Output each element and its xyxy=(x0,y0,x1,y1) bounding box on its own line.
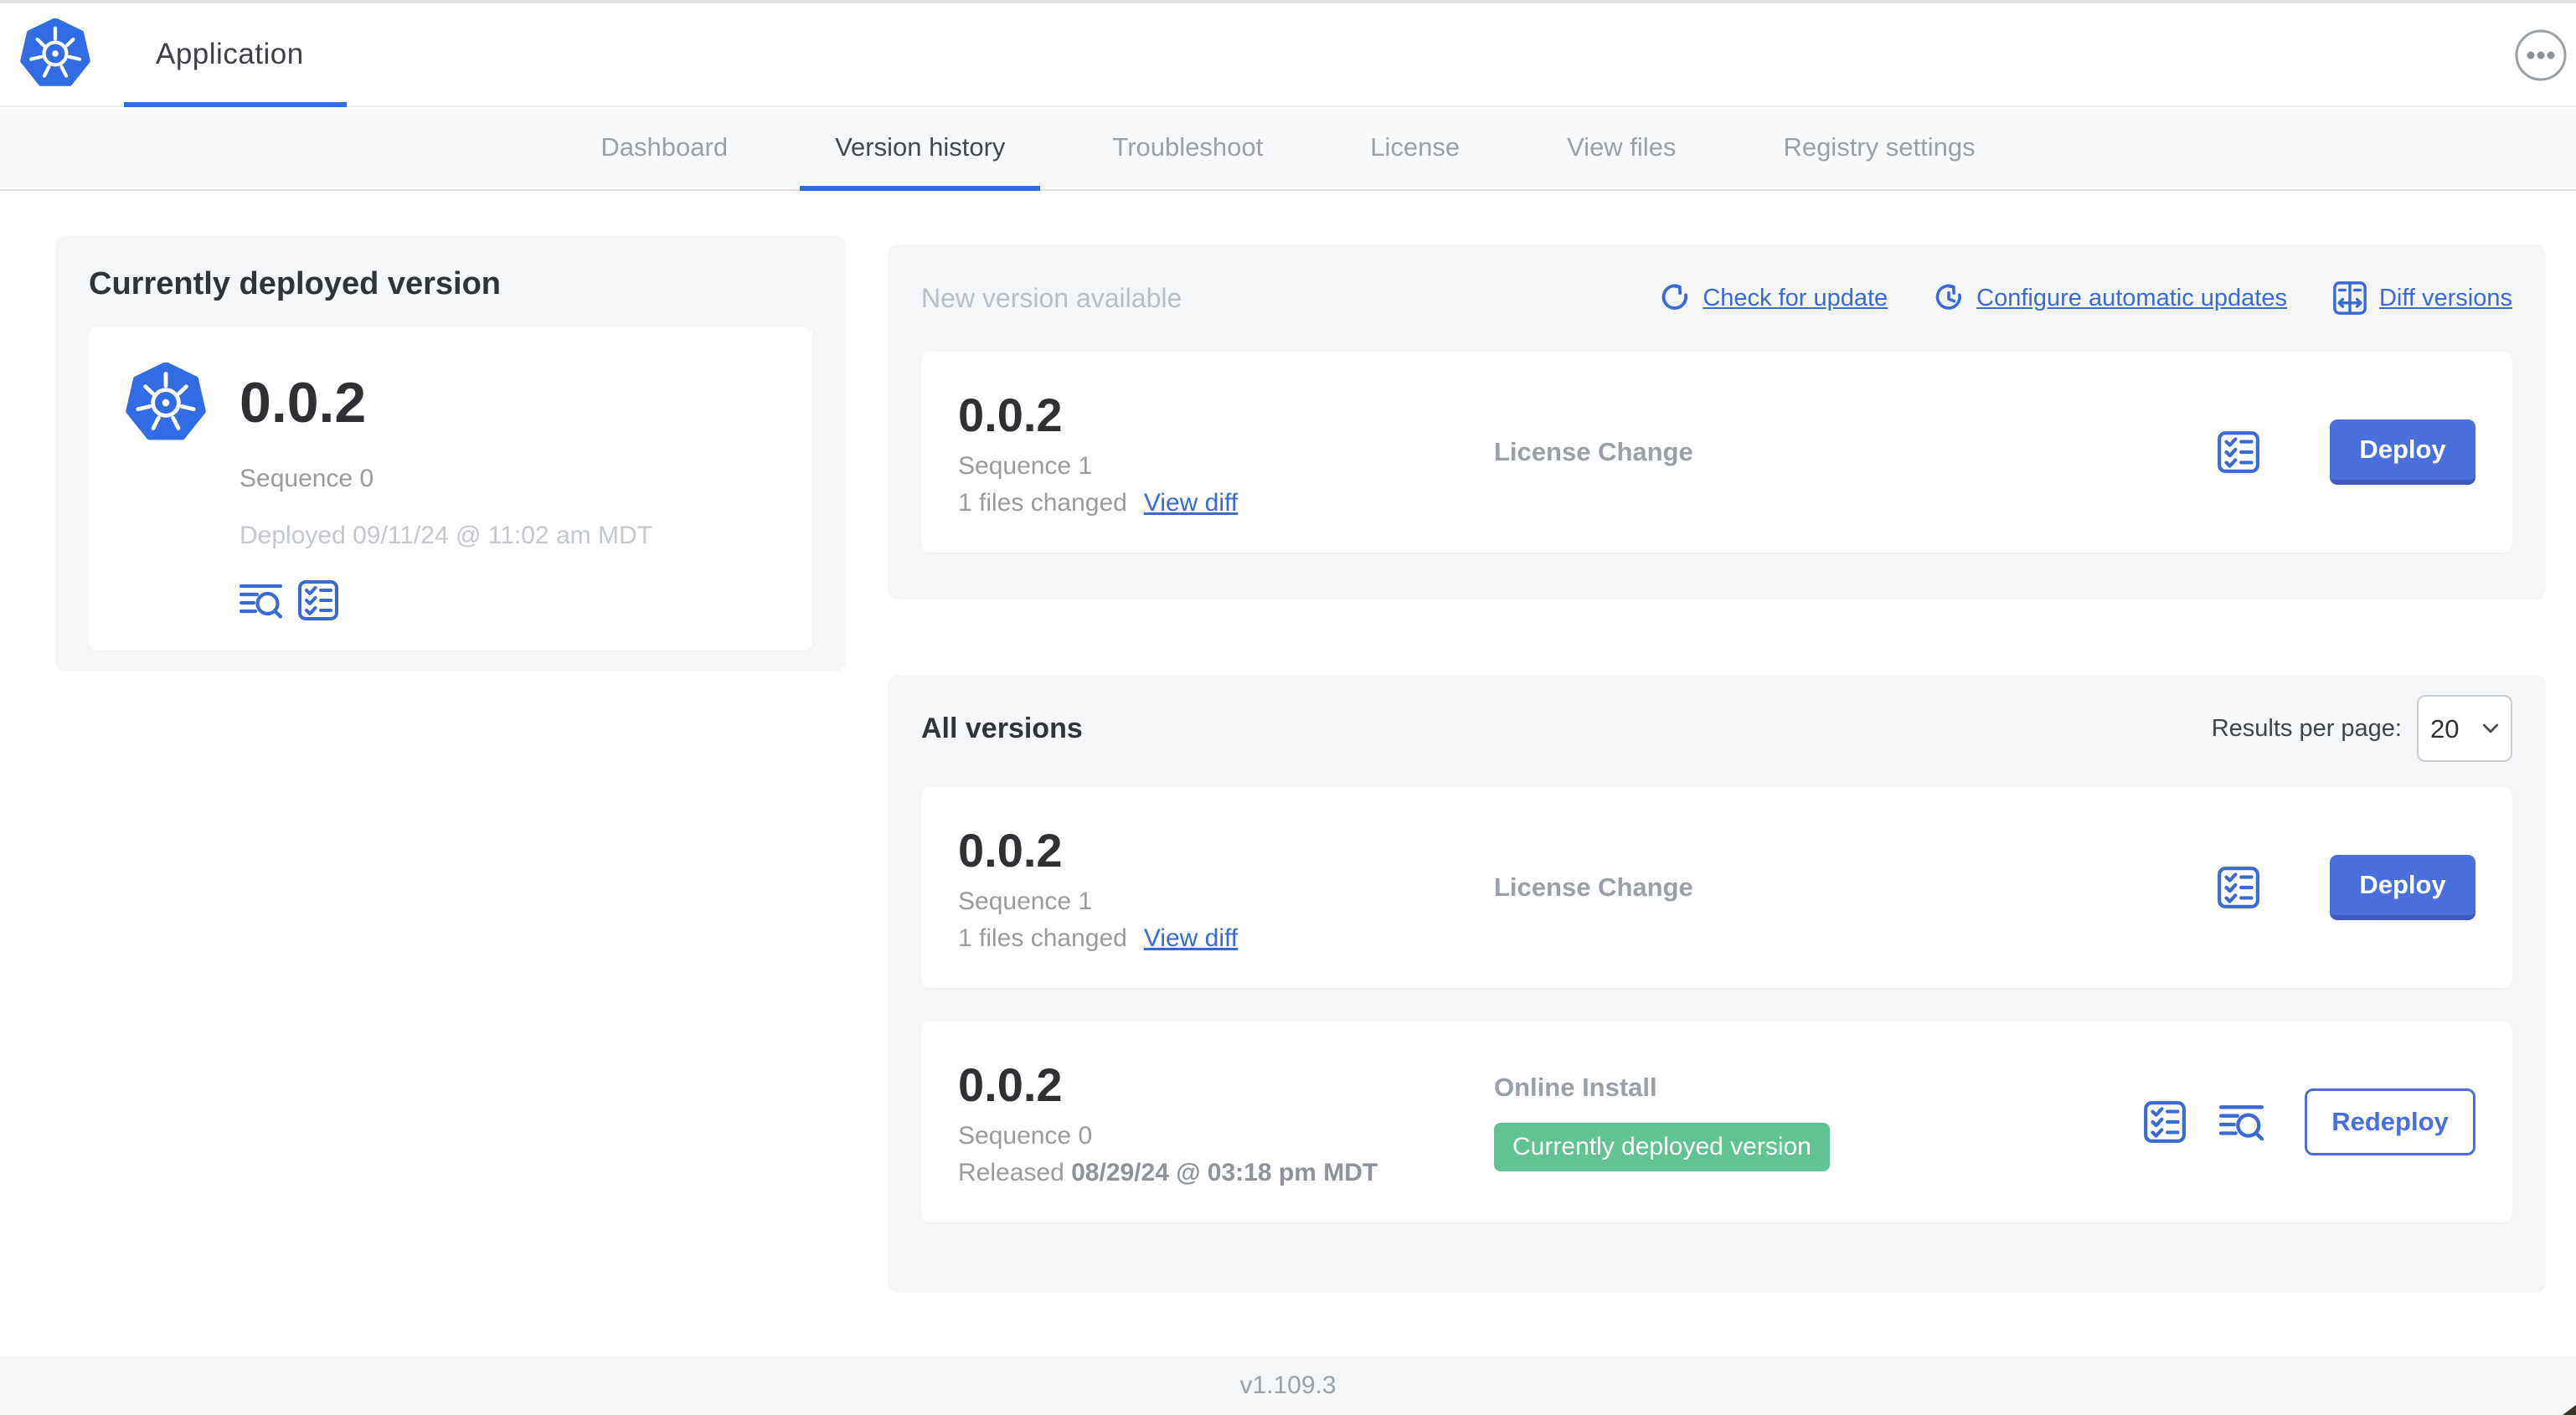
configure-automatic-updates-link[interactable]: Configure automatic updates xyxy=(1933,282,2287,314)
app-tab-application[interactable]: Application xyxy=(156,3,304,105)
all-versions-title: All versions xyxy=(921,712,1083,744)
deploy-button[interactable]: Deploy xyxy=(2330,855,2476,920)
console-version-label: v1.109.3 xyxy=(1239,1371,1337,1399)
logs-icon xyxy=(240,579,283,622)
view-diff-link[interactable]: View diff xyxy=(1144,489,1238,517)
app-header: Application xyxy=(0,3,2576,107)
new-version-panel: New version available Check for update C… xyxy=(888,244,2546,599)
page-content: Currently deployed version 0.0.2 Sequenc… xyxy=(0,193,2576,1356)
diff-icon xyxy=(2332,280,2367,316)
version-row: 0.0.2 Sequence 1 1 files changed View di… xyxy=(921,787,2512,988)
release-notes-button[interactable] xyxy=(2142,1099,2187,1145)
redeploy-button[interactable]: Redeploy xyxy=(2305,1088,2476,1155)
tab-dashboard[interactable]: Dashboard xyxy=(565,109,763,191)
checklist-icon xyxy=(2216,430,2261,475)
all-versions-panel: All versions Results per page: 20 0.0.2 … xyxy=(888,675,2546,1293)
currently-deployed-panel: Currently deployed version 0.0.2 Sequenc… xyxy=(55,236,846,671)
view-diff-link[interactable]: View diff xyxy=(1144,924,1238,953)
diff-versions-link[interactable]: Diff versions xyxy=(2332,280,2512,316)
check-for-update-link[interactable]: Check for update xyxy=(1659,282,1888,314)
new-version-title: New version available xyxy=(921,282,1182,313)
new-version-row: 0.0.2 Sequence 1 1 files changed View di… xyxy=(921,352,2512,553)
tab-registry-settings[interactable]: Registry settings xyxy=(1748,109,2010,191)
version-number: 0.0.2 xyxy=(958,823,1063,877)
version-number: 0.0.2 xyxy=(958,1057,1063,1111)
ellipsis-icon xyxy=(2514,28,2568,82)
release-notes-button[interactable] xyxy=(2216,865,2261,910)
tab-version-history[interactable]: Version history xyxy=(800,109,1041,191)
version-row: 0.0.2 Sequence 0 Released 08/29/24 @ 03:… xyxy=(921,1021,2512,1222)
current-deployed-timestamp: Deployed 09/11/24 @ 11:02 am MDT xyxy=(240,522,652,549)
page-footer: v1.109.3 xyxy=(0,1356,2576,1415)
app-title: Application xyxy=(156,38,304,70)
version-source-label: License Change xyxy=(1494,872,1693,902)
current-version-number: 0.0.2 xyxy=(240,371,367,435)
current-sequence-label: Sequence 0 xyxy=(240,465,374,492)
checklist-icon xyxy=(296,579,340,622)
currently-deployed-title: Currently deployed version xyxy=(89,266,502,301)
results-per-page-select[interactable]: 20 xyxy=(2417,695,2512,762)
kubernetes-logo-icon xyxy=(20,18,90,89)
currently-deployed-card: 0.0.2 Sequence 0 Deployed 09/11/24 @ 11:… xyxy=(89,327,812,651)
checklist-icon xyxy=(2142,1099,2187,1145)
refresh-icon xyxy=(1659,282,1691,314)
screen-corner-artifact xyxy=(2563,1405,2576,1415)
release-notes-button[interactable] xyxy=(2216,430,2261,475)
released-timestamp: Released 08/29/24 @ 03:18 pm MDT xyxy=(958,1158,1378,1186)
deploy-button[interactable]: Deploy xyxy=(2330,419,2476,485)
version-source-label: Online Install xyxy=(1494,1073,1657,1102)
files-changed-label: 1 files changed xyxy=(958,924,1127,952)
view-logs-button[interactable] xyxy=(240,579,283,622)
section-tabbar: Dashboard Version history Troubleshoot L… xyxy=(0,109,2576,191)
sequence-label: Sequence 1 xyxy=(958,451,1093,480)
checklist-icon xyxy=(2216,865,2261,910)
tab-view-files[interactable]: View files xyxy=(1532,109,1711,191)
sequence-label: Sequence 1 xyxy=(958,887,1093,915)
kubernetes-app-icon xyxy=(126,363,206,443)
version-number: 0.0.2 xyxy=(958,388,1063,441)
tab-license[interactable]: License xyxy=(1335,109,1495,191)
app-tab-active-underline xyxy=(124,102,347,107)
view-logs-button[interactable] xyxy=(2219,1099,2264,1145)
sequence-label: Sequence 0 xyxy=(958,1121,1093,1150)
files-changed-label: 1 files changed xyxy=(958,488,1127,517)
overflow-menu-button[interactable] xyxy=(2514,28,2568,82)
release-notes-button[interactable] xyxy=(296,579,340,622)
results-per-page-label: Results per page: xyxy=(2211,714,2402,742)
version-source-label: License Change xyxy=(1494,437,1693,466)
logs-icon xyxy=(2219,1099,2264,1145)
tab-troubleshoot[interactable]: Troubleshoot xyxy=(1077,109,1298,191)
currently-deployed-badge: Currently deployed version xyxy=(1494,1123,1830,1171)
schedule-update-icon xyxy=(1933,282,1965,314)
